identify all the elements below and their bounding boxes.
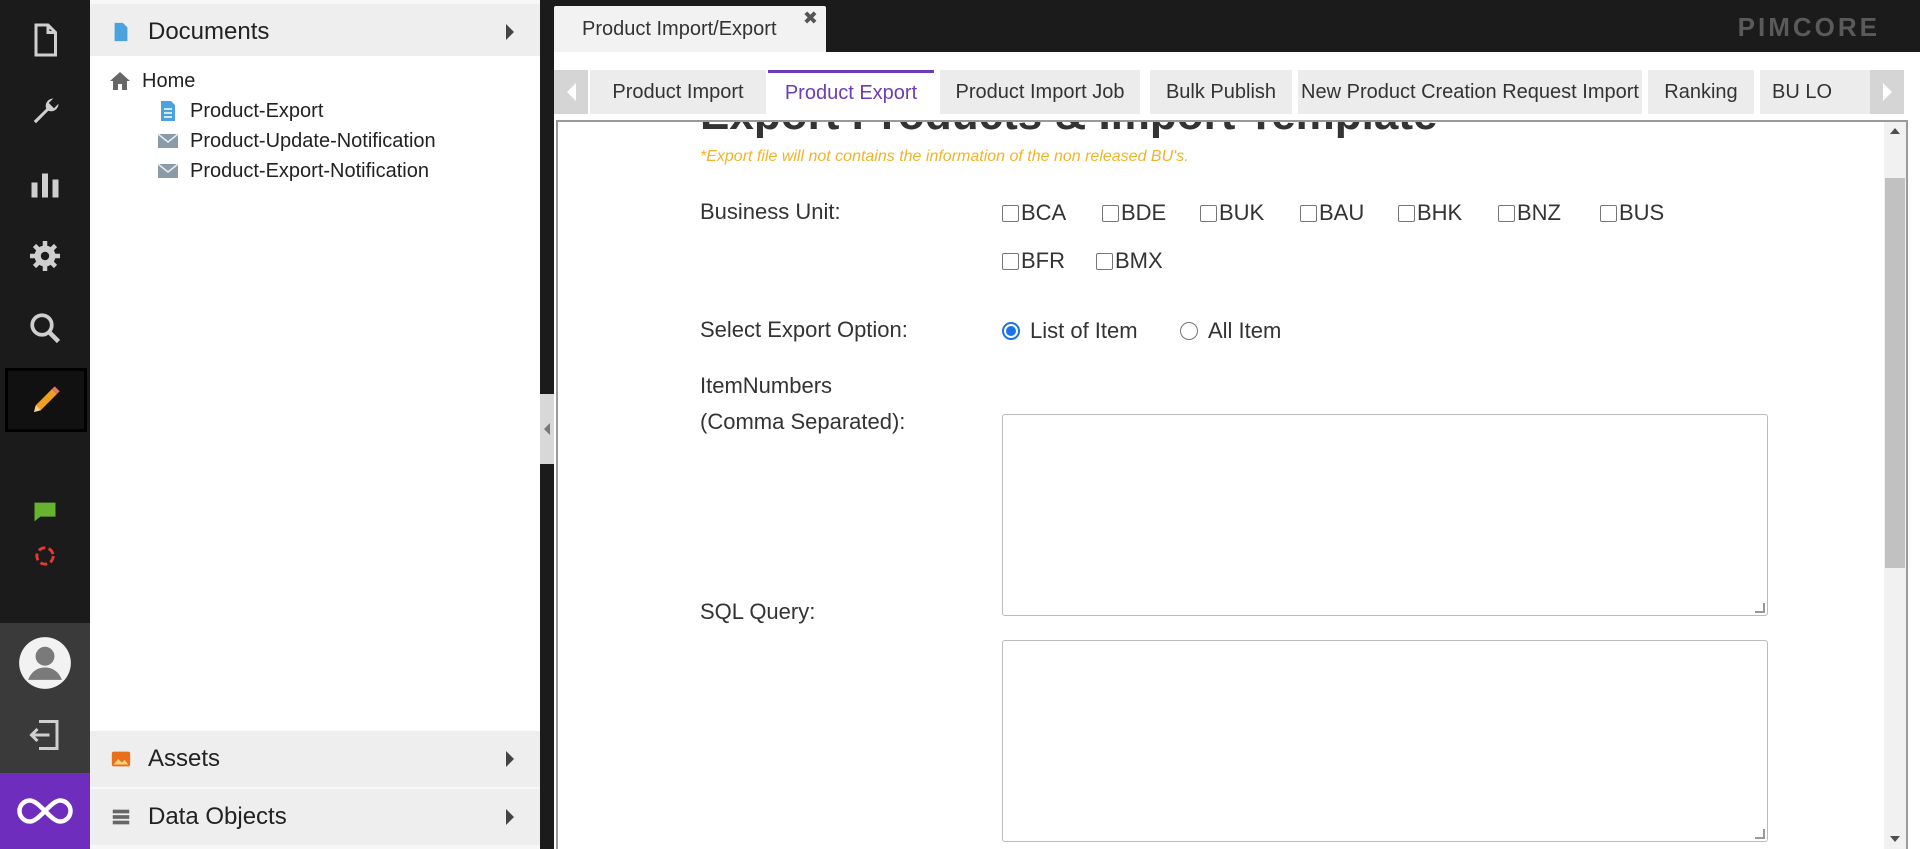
tab-ranking[interactable]: Ranking	[1648, 70, 1754, 114]
main-content: Product Import Product Export Product Im…	[554, 52, 1920, 849]
assets-accordion-header[interactable]: Assets	[90, 731, 540, 787]
user-area	[0, 623, 90, 773]
email-icon	[156, 159, 180, 183]
document-tree: Home Product-Export Product-Update-Notif…	[90, 56, 540, 731]
business-unit-label: Business Unit:	[700, 199, 841, 224]
scrollbar-thumb[interactable]	[1885, 178, 1905, 568]
documents-icon	[110, 21, 132, 43]
sync-icon[interactable]	[0, 536, 90, 576]
infinity-logo-icon[interactable]	[0, 773, 90, 849]
vertical-scrollbar[interactable]	[1884, 122, 1906, 849]
bar-chart-icon[interactable]	[0, 148, 90, 220]
checkbox-bde[interactable]: BDE	[1102, 200, 1166, 226]
sql-query-label: SQL Query:	[700, 599, 816, 624]
checkbox-bca[interactable]: BCA	[1002, 200, 1066, 226]
tree-item-label: Product-Update-Notification	[190, 129, 436, 152]
home-icon	[108, 69, 132, 93]
logout-icon[interactable]	[0, 699, 90, 771]
settings-gear-icon[interactable]	[0, 220, 90, 292]
documents-accordion-header[interactable]: Documents	[90, 4, 540, 60]
checkbox-bus[interactable]: BUS	[1600, 200, 1664, 226]
search-icon[interactable]	[0, 292, 90, 364]
tab-bulk-publish[interactable]: Bulk Publish	[1150, 70, 1292, 114]
app-root: Documents Home Product-Export Product-Up…	[0, 0, 1920, 849]
scroll-down-icon[interactable]	[1890, 836, 1900, 842]
resize-grip-icon[interactable]	[1755, 603, 1765, 613]
radio-indicator	[1180, 322, 1198, 340]
document-tree-panel: Documents Home Product-Export Product-Up…	[90, 0, 540, 849]
data-objects-label: Data Objects	[148, 803, 287, 830]
resize-grip-icon[interactable]	[1755, 829, 1765, 839]
tab-label: Product Import/Export	[582, 17, 777, 40]
tree-item-product-export[interactable]: Product-Export	[156, 96, 323, 126]
chat-icon[interactable]	[0, 492, 90, 532]
assets-icon	[110, 748, 132, 770]
page-icon	[156, 99, 180, 123]
wrench-icon[interactable]	[0, 76, 90, 148]
checkbox-bnz[interactable]: BNZ	[1498, 200, 1561, 226]
tab-bu-lo[interactable]: BU LO	[1760, 70, 1878, 114]
sub-tab-bar: Product Import Product Export Product Im…	[554, 70, 1920, 120]
document-icon[interactable]	[0, 4, 90, 76]
tree-item-label: Product-Export-Notification	[190, 159, 429, 182]
documents-label: Documents	[148, 18, 270, 45]
top-tab-bar: Product Import/Export ✖ PIMCORE	[554, 0, 1920, 52]
assets-label: Assets	[148, 745, 221, 772]
tab-product-export[interactable]: Product Export	[768, 70, 934, 114]
tree-item-product-export-notification[interactable]: Product-Export-Notification	[156, 156, 429, 186]
data-objects-accordion-header[interactable]: Data Objects	[90, 789, 540, 845]
export-option-label: Select Export Option:	[700, 317, 908, 342]
tree-item-product-update-notification[interactable]: Product-Update-Notification	[156, 126, 436, 156]
email-icon	[156, 129, 180, 153]
tab-product-import[interactable]: Product Import	[590, 70, 766, 114]
checkbox-bfr[interactable]: BFR	[1002, 248, 1065, 274]
close-icon[interactable]: ✖	[803, 8, 818, 29]
checkbox-bau[interactable]: BAU	[1300, 200, 1364, 226]
expand-arrow-icon	[506, 24, 514, 40]
expand-arrow-icon	[506, 751, 514, 767]
item-numbers-label: ItemNumbers (Comma Separated):	[700, 373, 906, 434]
scroll-up-icon[interactable]	[1890, 128, 1900, 134]
tree-item-label: Product-Export	[190, 99, 324, 122]
pencil-icon[interactable]	[5, 368, 87, 432]
main-nav-rail	[0, 0, 90, 849]
tab-product-import-job[interactable]: Product Import Job	[940, 70, 1140, 114]
scroll-right-icon[interactable]	[1870, 70, 1904, 114]
tab-product-import-export[interactable]: Product Import/Export ✖	[554, 6, 826, 52]
page-title: Export Products & Import Template	[700, 122, 1438, 140]
tab-new-product-creation-request-import[interactable]: New Product Creation Request Import	[1298, 70, 1642, 114]
sql-query-textarea[interactable]	[1002, 640, 1768, 842]
expand-arrow-icon	[506, 809, 514, 825]
item-numbers-textarea[interactable]	[1002, 414, 1768, 616]
export-form-frame: Export Products & Import Template *Expor…	[556, 120, 1908, 849]
tree-item-home[interactable]: Home	[108, 66, 195, 96]
radio-all-item[interactable]: All Item	[1180, 318, 1281, 344]
collapse-arrow-icon	[544, 423, 550, 435]
avatar-icon[interactable]	[0, 627, 90, 699]
data-objects-icon	[110, 806, 132, 828]
pimcore-logo: PIMCORE	[1737, 12, 1880, 42]
export-note: *Export file will not contains the infor…	[700, 148, 1189, 165]
radio-list-of-item[interactable]: List of Item	[1002, 318, 1138, 344]
radio-selected-indicator	[1002, 322, 1020, 340]
scroll-left-icon[interactable]	[554, 70, 588, 114]
checkbox-buk[interactable]: BUK	[1200, 200, 1264, 226]
tree-item-label: Home	[142, 69, 196, 92]
checkbox-bhk[interactable]: BHK	[1398, 200, 1462, 226]
checkbox-bmx[interactable]: BMX	[1096, 248, 1163, 274]
panel-collapse-handle[interactable]	[540, 394, 554, 464]
